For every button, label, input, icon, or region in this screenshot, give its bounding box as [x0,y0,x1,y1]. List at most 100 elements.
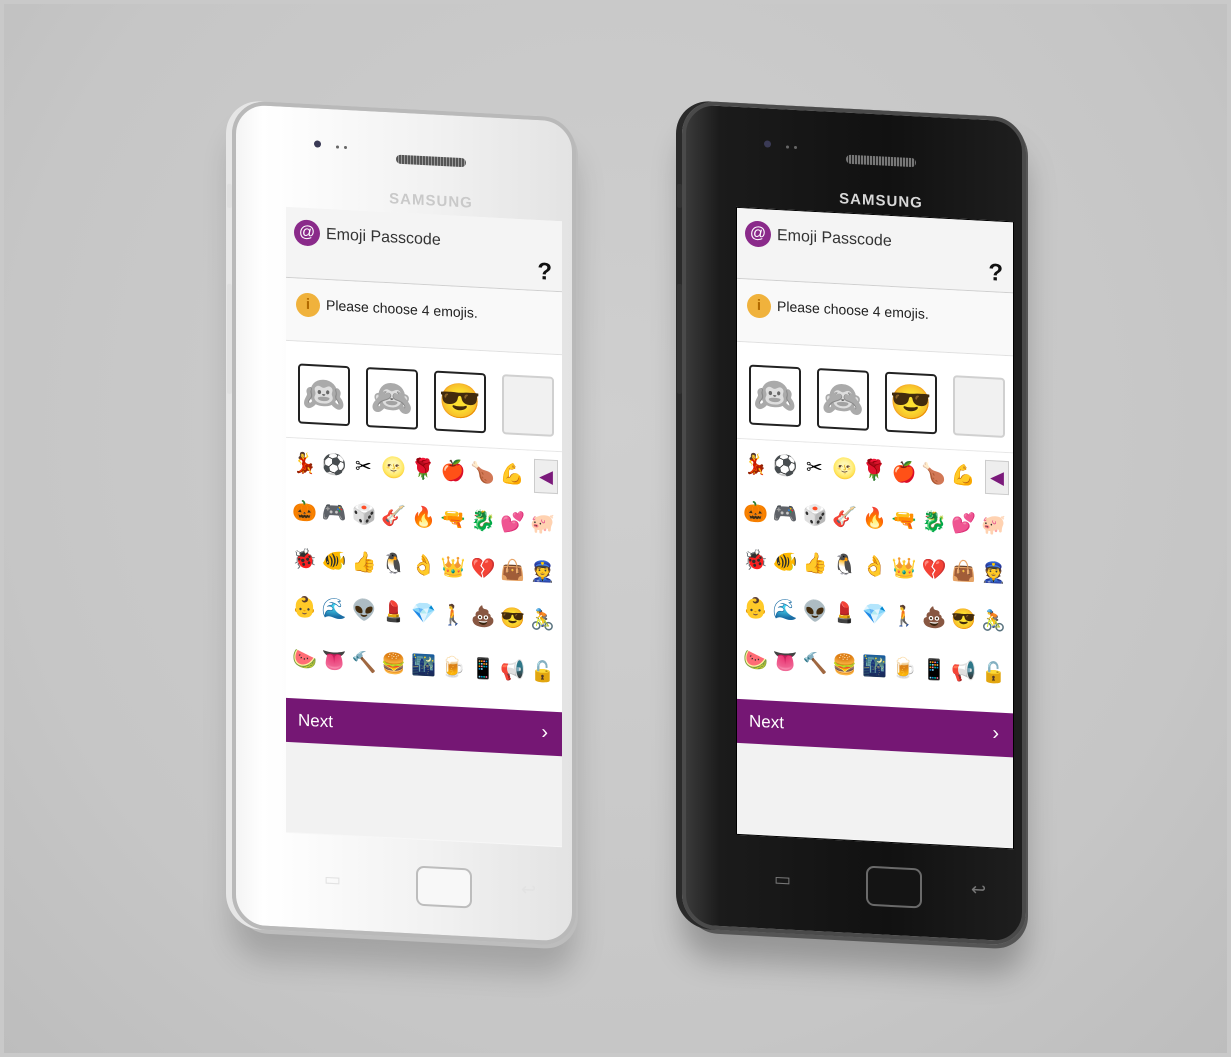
help-button[interactable]: ? [537,258,552,287]
emoji-key[interactable]: 🌃 [411,650,436,681]
emoji-key[interactable]: 😎 [500,603,525,634]
emoji-key[interactable]: 📢 [500,655,525,686]
emoji-key[interactable]: 💎 [411,598,436,629]
back-key-icon[interactable]: ↩ [521,879,536,901]
emoji-key[interactable]: 😎 [951,604,976,635]
emoji-key[interactable]: 🐠 [322,546,347,577]
emoji-key[interactable]: 📱 [471,653,496,684]
emoji-key[interactable]: 🐖 [981,510,1006,541]
emoji-key[interactable]: 🎸 [832,502,857,533]
emoji-key[interactable]: 🔓 [981,658,1006,689]
emoji-key[interactable]: 🔫 [441,504,466,535]
emoji-key[interactable]: 🔫 [892,505,917,536]
emoji-key[interactable]: 🌊 [773,595,798,626]
emoji-key[interactable]: 👽 [352,595,377,626]
emoji-key[interactable]: 👽 [803,596,828,627]
emoji-key[interactable]: 💔 [471,553,496,584]
emoji-key[interactable]: 💕 [951,508,976,539]
menu-key-icon[interactable]: ▭ [774,869,791,891]
emoji-key[interactable]: 👶 [292,592,317,623]
emoji-key[interactable]: 🐧 [832,550,857,581]
passcode-slot-2[interactable]: 🙈 [366,367,418,430]
emoji-key[interactable]: 🍉 [292,644,317,675]
emoji-key[interactable]: 📢 [951,656,976,687]
emoji-key[interactable]: 👅 [773,647,798,678]
emoji-key[interactable]: 🔥 [411,502,436,533]
emoji-key[interactable]: 🌹 [862,455,887,486]
emoji-key[interactable]: 👍 [803,548,828,579]
emoji-key[interactable]: 🍎 [441,456,466,487]
emoji-key[interactable]: ⚽ [773,451,798,482]
emoji-key[interactable]: 🚶 [892,601,917,632]
emoji-key[interactable]: 💕 [500,507,525,538]
emoji-key[interactable]: ✂ [351,451,375,482]
back-key-icon[interactable]: ↩ [971,879,986,901]
backspace-button[interactable]: ◀ [985,459,1009,496]
emoji-key[interactable]: 💃 [292,448,317,479]
emoji-key[interactable]: 🚴 [530,605,555,636]
emoji-key[interactable]: 👑 [892,553,917,584]
emoji-key[interactable]: 🐉 [922,507,947,538]
home-button[interactable] [416,865,472,909]
emoji-key[interactable]: 🌝 [832,454,857,485]
emoji-key[interactable]: 💩 [922,603,947,634]
emoji-key[interactable]: 🌃 [862,651,887,682]
emoji-key[interactable]: 🎲 [352,499,377,530]
emoji-key[interactable]: 🐞 [743,545,768,576]
help-button[interactable]: ? [988,259,1003,288]
emoji-key[interactable]: 💄 [381,597,406,628]
emoji-key[interactable]: 🐧 [381,549,406,580]
emoji-key[interactable]: 🔓 [530,657,555,688]
emoji-key[interactable]: 💄 [832,598,857,629]
emoji-key[interactable]: 🌹 [411,454,436,485]
passcode-slot-3[interactable]: 😎 [434,370,486,434]
emoji-key[interactable]: 🎮 [773,499,798,530]
emoji-key[interactable]: 🔥 [862,503,887,534]
emoji-key[interactable]: 🍺 [441,652,466,683]
emoji-key[interactable]: 👜 [951,556,976,587]
emoji-key[interactable]: 👌 [411,550,436,581]
emoji-key[interactable]: 🎸 [381,501,406,532]
emoji-key[interactable]: 🍔 [381,649,406,680]
passcode-slot-2[interactable]: 🙈 [817,368,869,431]
emoji-key[interactable]: 🐠 [773,547,798,578]
emoji-key[interactable]: 👍 [352,547,377,578]
emoji-key[interactable]: 💃 [743,449,768,480]
emoji-key[interactable]: 🐞 [292,544,317,575]
passcode-slot-1[interactable]: 🙉 [298,363,350,427]
emoji-key[interactable]: 🐖 [530,509,555,540]
emoji-key[interactable]: ✂ [802,452,826,483]
emoji-key[interactable]: 🎃 [743,497,768,528]
emoji-key[interactable]: ⚽ [322,450,347,481]
emoji-key[interactable]: 🐉 [471,505,496,536]
emoji-key[interactable]: 💪 [500,459,525,490]
passcode-slot-4[interactable] [953,375,1005,438]
emoji-key[interactable]: 📱 [922,655,947,686]
emoji-key[interactable]: 👜 [500,555,525,586]
emoji-key[interactable]: 👑 [441,552,466,583]
emoji-key[interactable]: 💩 [471,601,496,632]
emoji-key[interactable]: 🚶 [441,600,466,631]
emoji-key[interactable]: 🌝 [381,453,406,484]
passcode-slot-4[interactable] [502,374,554,437]
emoji-key[interactable]: 🎮 [322,498,347,529]
emoji-key[interactable]: 🔨 [352,647,377,678]
emoji-key[interactable]: 💪 [951,460,976,491]
emoji-key[interactable]: 🍺 [892,653,917,684]
emoji-key[interactable]: 👮 [981,558,1006,589]
emoji-key[interactable]: 🔨 [803,648,828,679]
menu-key-icon[interactable]: ▭ [324,869,341,891]
emoji-key[interactable]: 👅 [322,646,347,677]
emoji-key[interactable]: 👶 [743,593,768,624]
passcode-slot-1[interactable]: 🙉 [749,364,801,428]
emoji-key[interactable]: 🎃 [292,496,317,527]
emoji-key[interactable]: 💔 [922,555,947,586]
emoji-key[interactable]: 🎲 [803,500,828,531]
emoji-key[interactable]: 🍉 [743,645,768,676]
passcode-slot-3[interactable]: 😎 [885,371,937,435]
emoji-key[interactable]: 🌊 [322,594,347,625]
emoji-key[interactable]: 🍔 [832,650,857,681]
emoji-key[interactable]: 🍎 [892,457,917,488]
emoji-key[interactable]: 💎 [862,599,887,630]
backspace-button[interactable]: ◀ [534,458,558,495]
